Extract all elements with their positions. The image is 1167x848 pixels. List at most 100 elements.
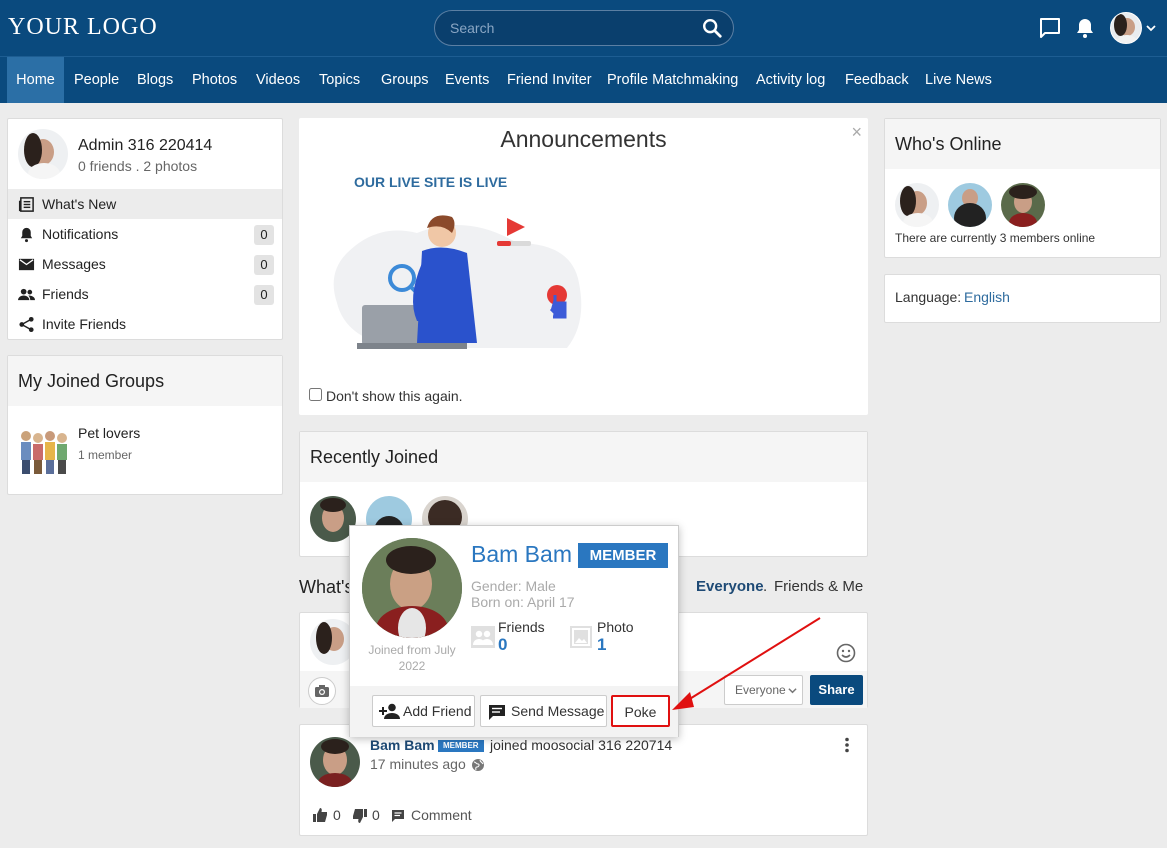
photo-icon bbox=[570, 626, 592, 648]
like-count: 0 bbox=[333, 807, 341, 823]
menu-messages[interactable]: Messages 0 bbox=[8, 249, 282, 279]
chevron-down-icon[interactable] bbox=[1145, 22, 1157, 34]
menu-label: Messages bbox=[42, 256, 106, 272]
share-icon bbox=[19, 316, 34, 333]
thumbs-down-icon[interactable] bbox=[352, 808, 368, 824]
photo-label: Photo bbox=[597, 619, 634, 635]
nav-topics[interactable]: Topics bbox=[309, 57, 370, 103]
nav-feedback[interactable]: Feedback bbox=[835, 57, 919, 103]
annotation-arrow bbox=[672, 617, 821, 710]
hovercard-gender: Gender: Male bbox=[471, 578, 556, 594]
dont-show-label[interactable]: Don't show this again. bbox=[326, 388, 463, 404]
profile-avatar[interactable] bbox=[18, 129, 68, 179]
menu-notifications[interactable]: Notifications 0 bbox=[8, 219, 282, 249]
main-nav: Home People Blogs Photos Videos Topics G… bbox=[0, 56, 1167, 103]
language-label: Language: bbox=[895, 289, 962, 305]
search-box[interactable]: Search bbox=[434, 10, 734, 46]
filter-everyone[interactable]: Everyone bbox=[696, 578, 764, 595]
nav-live-news[interactable]: Live News bbox=[915, 57, 1002, 103]
activity-card: Bam Bam MEMBER joined moosocial 316 2207… bbox=[299, 724, 868, 836]
send-message-button[interactable]: Send Message bbox=[480, 695, 607, 727]
activity-user[interactable]: Bam Bam bbox=[370, 737, 435, 753]
search-input[interactable]: Search bbox=[450, 20, 494, 36]
friends-label: Friends bbox=[498, 619, 545, 635]
user-avatar[interactable] bbox=[1110, 12, 1142, 44]
online-member-avatar[interactable] bbox=[1001, 183, 1045, 227]
member-badge: MEMBER bbox=[578, 543, 668, 568]
photo-count[interactable]: 1 bbox=[597, 635, 606, 655]
friends-icon bbox=[18, 288, 35, 301]
add-friend-button[interactable]: Add Friend bbox=[372, 695, 475, 727]
camera-icon bbox=[315, 685, 329, 697]
nav-blogs[interactable]: Blogs bbox=[127, 57, 183, 103]
hovercard-joined: Joined from July 2022 bbox=[368, 643, 456, 673]
online-count-text: There are currently 3 members online bbox=[895, 231, 1096, 245]
menu-label: Friends bbox=[42, 286, 89, 302]
friends-icon bbox=[471, 626, 495, 648]
group-members: 1 member bbox=[78, 448, 133, 462]
nav-photos[interactable]: Photos bbox=[182, 57, 247, 103]
announcement-card: Announcements × OUR LIVE SITE IS LIVE Do… bbox=[299, 118, 868, 415]
hovercard-name[interactable]: Bam Bam bbox=[471, 541, 572, 568]
announcement-title: Announcements bbox=[500, 126, 667, 152]
newspaper-icon bbox=[18, 197, 34, 212]
dislike-count: 0 bbox=[372, 807, 380, 823]
nav-events[interactable]: Events bbox=[435, 57, 499, 103]
online-member-avatar[interactable] bbox=[948, 183, 992, 227]
comment-button[interactable]: Comment bbox=[411, 807, 472, 823]
activity-member-badge: MEMBER bbox=[438, 740, 484, 752]
nav-people[interactable]: People bbox=[64, 57, 129, 103]
recently-joined-title: Recently Joined bbox=[300, 432, 867, 482]
group-name[interactable]: Pet lovers bbox=[78, 425, 140, 441]
comment-icon[interactable] bbox=[391, 809, 405, 823]
group-thumbnail[interactable] bbox=[18, 424, 70, 476]
notification-count: 0 bbox=[254, 225, 274, 245]
camera-button[interactable] bbox=[308, 677, 336, 705]
emoji-icon[interactable] bbox=[836, 643, 856, 663]
friends-count[interactable]: 0 bbox=[498, 635, 507, 655]
language-link[interactable]: English bbox=[964, 289, 1010, 305]
activity-time: 17 minutes ago bbox=[370, 756, 466, 772]
nav-home[interactable]: Home bbox=[7, 57, 64, 103]
announcement-subtitle: OUR LIVE SITE IS LIVE bbox=[354, 174, 508, 190]
add-friend-label: Add Friend bbox=[403, 703, 472, 719]
bell-icon[interactable] bbox=[1073, 16, 1097, 40]
menu-label: Notifications bbox=[42, 226, 119, 242]
nav-profile-matchmaking[interactable]: Profile Matchmaking bbox=[597, 57, 748, 103]
activity-text: joined moosocial 316 220714 bbox=[490, 737, 673, 753]
hovercard-avatar[interactable] bbox=[362, 538, 462, 638]
user-hovercard: Joined from July 2022 Bam Bam MEMBER Gen… bbox=[349, 525, 679, 737]
message-count: 0 bbox=[254, 255, 274, 275]
site-logo[interactable]: YOUR LOGO bbox=[8, 14, 158, 41]
menu-whats-new[interactable]: What's New bbox=[8, 189, 282, 219]
close-icon[interactable]: × bbox=[851, 122, 862, 143]
menu-label: Invite Friends bbox=[42, 316, 127, 332]
filter-friends-me[interactable]: Friends & Me bbox=[774, 578, 863, 595]
joined-groups-title: My Joined Groups bbox=[8, 356, 282, 406]
chat-icon[interactable] bbox=[1038, 16, 1062, 40]
whos-online-title: Who's Online bbox=[885, 119, 1160, 169]
profile-stats: 0 friends . 2 photos bbox=[78, 158, 198, 174]
nav-groups[interactable]: Groups bbox=[371, 57, 439, 103]
whats-new-title: What's bbox=[299, 577, 354, 597]
profile-name[interactable]: Admin 316 220414 bbox=[78, 137, 212, 155]
message-icon bbox=[489, 705, 505, 720]
language-card: Language: English bbox=[884, 274, 1161, 323]
top-header: YOUR LOGO Search bbox=[0, 0, 1167, 56]
dont-show-checkbox[interactable] bbox=[309, 388, 322, 401]
menu-invite-friends[interactable]: Invite Friends bbox=[8, 309, 282, 339]
more-options-icon[interactable] bbox=[840, 737, 854, 753]
nav-friend-inviter[interactable]: Friend Inviter bbox=[497, 57, 602, 103]
search-icon[interactable] bbox=[701, 17, 723, 39]
hovercard-birthday: Born on: April 17 bbox=[471, 594, 575, 610]
menu-friends[interactable]: Friends 0 bbox=[8, 279, 282, 309]
announcement-illustration bbox=[333, 215, 582, 349]
menu-label: What's New bbox=[42, 196, 117, 212]
activity-avatar[interactable] bbox=[310, 737, 360, 787]
thumbs-up-icon[interactable] bbox=[312, 807, 328, 823]
nav-activity-log[interactable]: Activity log bbox=[746, 57, 835, 103]
online-member-avatar[interactable] bbox=[895, 183, 939, 227]
nav-videos[interactable]: Videos bbox=[246, 57, 310, 103]
whos-online-card: Who's Online There are currently 3 membe… bbox=[884, 118, 1161, 258]
bell-icon bbox=[20, 227, 33, 243]
